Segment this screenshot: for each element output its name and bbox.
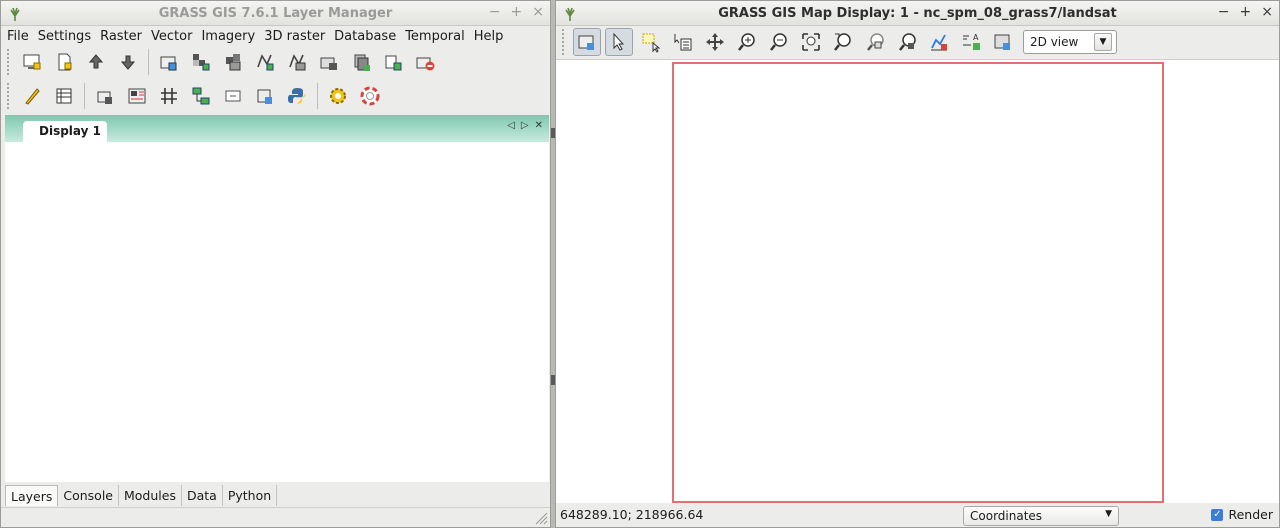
add-raster-icon[interactable] xyxy=(187,48,215,76)
query-icon[interactable] xyxy=(669,28,697,56)
add-layer-icon[interactable] xyxy=(155,48,183,76)
menu-3d-raster[interactable]: 3D raster xyxy=(260,29,330,44)
coordinates-readout: 648289.10; 218966.64 xyxy=(560,507,704,522)
decorations-icon[interactable]: A xyxy=(957,28,985,56)
layer-manager-titlebar[interactable]: GRASS GIS 7.6.1 Layer Manager − + × xyxy=(1,1,550,26)
zoom-out-icon[interactable] xyxy=(765,28,793,56)
add-group-icon[interactable] xyxy=(347,48,375,76)
tab-console[interactable]: Console xyxy=(58,485,119,506)
animation-tool-icon[interactable] xyxy=(251,82,279,110)
menu-imagery[interactable]: Imagery xyxy=(197,29,260,44)
attribute-table-icon[interactable] xyxy=(50,82,78,110)
maximize-button[interactable]: + xyxy=(511,4,523,20)
menu-file[interactable]: File xyxy=(3,29,34,44)
chevron-down-icon: ▼ xyxy=(1094,33,1112,51)
menu-temporal[interactable]: Temporal xyxy=(401,29,470,44)
add-vector-icon[interactable] xyxy=(251,48,279,76)
tab-layers[interactable]: Layers xyxy=(5,485,59,506)
new-workspace-icon[interactable] xyxy=(50,48,78,76)
add-raster-misc-icon[interactable] xyxy=(219,48,247,76)
map-canvas[interactable] xyxy=(556,59,1279,505)
map-toolbar: A 2D view ▼ xyxy=(558,28,1121,56)
tab-display-1[interactable]: Display 1 xyxy=(23,121,107,142)
menu-help[interactable]: Help xyxy=(470,29,509,44)
statusbar-mode-value: Coordinates xyxy=(970,509,1043,523)
display-map-icon[interactable] xyxy=(573,28,601,56)
background-window-edge xyxy=(551,375,555,385)
zoom-in-icon[interactable] xyxy=(733,28,761,56)
tab-data[interactable]: Data xyxy=(182,485,223,506)
svg-text:A: A xyxy=(973,33,979,42)
region-extent-frame xyxy=(672,62,1164,503)
select-icon[interactable] xyxy=(637,28,665,56)
grid-icon[interactable] xyxy=(155,82,183,110)
graphical-modeler-icon[interactable] xyxy=(187,82,215,110)
lm-toolbar-1 xyxy=(3,48,443,76)
menu-database[interactable]: Database xyxy=(330,29,401,44)
help-icon[interactable] xyxy=(356,82,384,110)
save-workspace-icon[interactable] xyxy=(114,48,142,76)
zoom-region-icon[interactable] xyxy=(893,28,921,56)
tab-python[interactable]: Python xyxy=(223,485,278,506)
settings-icon[interactable] xyxy=(324,82,352,110)
map-swipe-icon[interactable] xyxy=(219,82,247,110)
layer-manager-window: GRASS GIS 7.6.1 Layer Manager − + × File… xyxy=(0,0,551,528)
render-toggle[interactable]: ✓ Render xyxy=(1211,507,1273,522)
render-label: Render xyxy=(1228,507,1273,522)
zoom-menu-icon[interactable] xyxy=(861,28,889,56)
pan-icon[interactable] xyxy=(701,28,729,56)
map-display-window: GRASS GIS Map Display: 1 - nc_spm_08_gra… xyxy=(555,0,1280,528)
remove-layer-icon[interactable] xyxy=(411,48,439,76)
minimize-button[interactable]: − xyxy=(1218,4,1230,20)
pointer-icon[interactable] xyxy=(605,28,633,56)
add-overlay-icon[interactable] xyxy=(315,48,343,76)
map-display-title: GRASS GIS Map Display: 1 - nc_spm_08_gra… xyxy=(718,6,1117,21)
lm-toolbar-2 xyxy=(3,82,388,110)
render-checkbox[interactable]: ✓ xyxy=(1211,508,1224,521)
save-image-icon[interactable] xyxy=(989,28,1017,56)
bottom-tabs: Layers Console Modules Data Python xyxy=(5,485,278,507)
menu-raster[interactable]: Raster xyxy=(96,29,147,44)
analyze-icon[interactable] xyxy=(925,28,953,56)
resize-grip-icon[interactable] xyxy=(534,511,548,525)
zoom-extent-icon[interactable] xyxy=(797,28,825,56)
tab-scroll-left-icon[interactable]: ◁ xyxy=(507,120,515,131)
cartographic-composer-icon[interactable] xyxy=(123,82,151,110)
tab-close-icon[interactable]: ✕ xyxy=(535,120,543,131)
background-window-edge xyxy=(551,128,555,138)
menu-vector[interactable]: Vector xyxy=(147,29,197,44)
map-display-titlebar[interactable]: GRASS GIS Map Display: 1 - nc_spm_08_gra… xyxy=(556,1,1279,26)
python-icon[interactable] xyxy=(283,82,311,110)
georectifier-icon[interactable] xyxy=(91,82,119,110)
view-mode-value: 2D view xyxy=(1030,35,1079,49)
chevron-down-icon: ▼ xyxy=(1105,509,1112,519)
menubar: File Settings Raster Vector Imagery 3D r… xyxy=(1,26,550,46)
close-button[interactable]: × xyxy=(532,4,544,20)
tab-modules[interactable]: Modules xyxy=(119,485,182,506)
import-icon[interactable] xyxy=(379,48,407,76)
maximize-button[interactable]: + xyxy=(1240,4,1252,20)
layer-manager-title: GRASS GIS 7.6.1 Layer Manager xyxy=(158,6,393,21)
vector-digitizer-icon[interactable] xyxy=(18,82,46,110)
layer-manager-statusbar xyxy=(1,507,550,527)
open-workspace-icon[interactable] xyxy=(82,48,110,76)
minimize-button[interactable]: − xyxy=(489,4,501,20)
map-display-statusbar: 648289.10; 218966.64 Coordinates ▼ ✓ Ren… xyxy=(556,503,1279,527)
new-display-icon[interactable] xyxy=(18,48,46,76)
display-notebook: Display 1 ◁ ▷ ✕ xyxy=(5,115,549,142)
menu-settings[interactable]: Settings xyxy=(34,29,96,44)
statusbar-mode-select[interactable]: Coordinates ▼ xyxy=(963,506,1119,526)
view-mode-select[interactable]: 2D view ▼ xyxy=(1023,30,1117,54)
close-button[interactable]: × xyxy=(1261,4,1273,20)
add-vector-misc-icon[interactable] xyxy=(283,48,311,76)
zoom-back-icon[interactable] xyxy=(829,28,857,56)
tab-scroll-right-icon[interactable]: ▷ xyxy=(521,120,529,131)
layer-tree[interactable] xyxy=(5,142,549,482)
